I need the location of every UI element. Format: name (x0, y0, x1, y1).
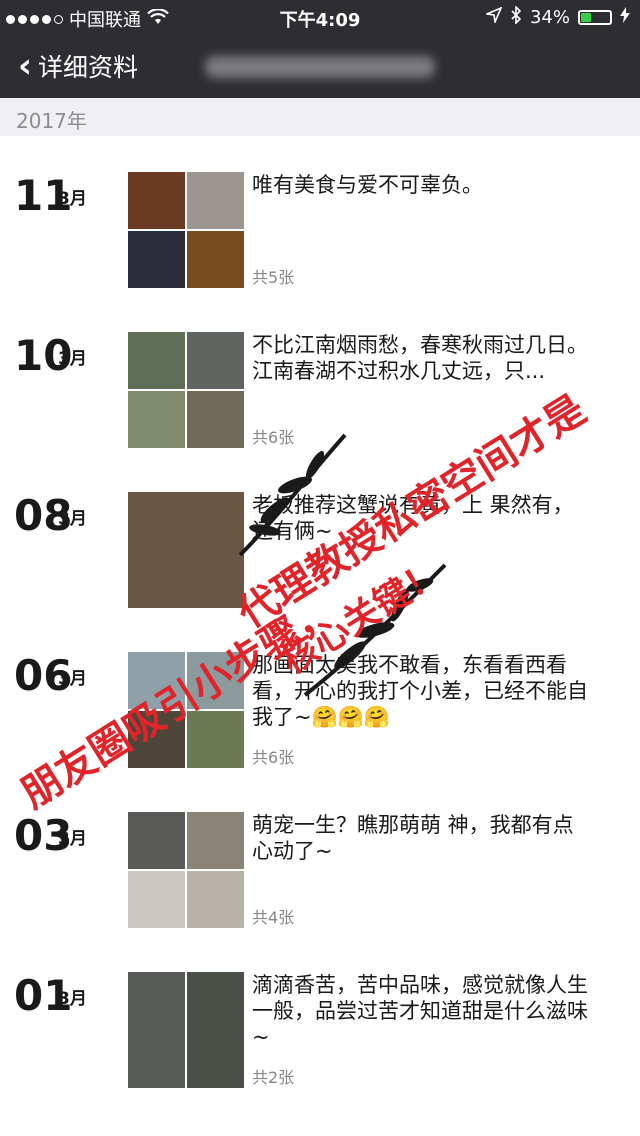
entry-month: 3月 (58, 829, 87, 849)
photo-thumbnails[interactable] (128, 172, 244, 288)
photo-thumbnail[interactable] (187, 172, 244, 229)
entry-month: 3月 (58, 669, 87, 689)
entry-month: 3月 (58, 189, 87, 209)
chevron-left-icon: ‹ (18, 46, 33, 86)
photo-thumbnail[interactable] (128, 391, 185, 448)
back-button[interactable]: ‹ 详细资料 (18, 48, 138, 84)
photo-thumbnails[interactable] (128, 972, 244, 1088)
status-bar: 中国联通 下午4:09 34% (0, 0, 640, 34)
charging-icon (620, 7, 630, 28)
photo-thumbnail[interactable] (128, 332, 185, 389)
entry-month: 3月 (58, 989, 87, 1009)
photo-count: 共2张 (252, 1068, 295, 1087)
photo-thumbnail[interactable] (187, 231, 244, 288)
nav-bar: ‹ 详细资料 (0, 34, 640, 98)
photo-thumbnail[interactable] (128, 871, 185, 928)
battery-fill (581, 13, 591, 22)
entry-month: 3月 (58, 349, 87, 369)
battery-percent: 34% (529, 7, 570, 28)
location-icon (484, 6, 503, 28)
year-header: 2017年 (0, 98, 640, 136)
battery-icon (578, 10, 612, 25)
entry-text: 唯有美食与爱不可辜负。 (252, 173, 483, 197)
blurred-username (205, 56, 435, 78)
photo-thumbnail[interactable] (187, 972, 244, 1088)
back-label: 详细资料 (38, 53, 139, 82)
entry-text: 萌宠一生？瞧那萌萌 神，我都有点心动了~ (252, 813, 574, 863)
bluetooth-icon (510, 5, 522, 29)
photo-thumbnails[interactable] (128, 812, 244, 928)
entry-text: 不比江南烟雨愁，春寒秋雨过几日。江南春湖不过积水几丈远，只... (252, 333, 588, 383)
entry-text: 滴滴香苦，苦中品味，感觉就像人生一般，品尝过苦才知道甜是什么滋味~ (252, 973, 588, 1049)
feed-entry[interactable]: 01 3月 滴滴香苦，苦中品味，感觉就像人生一般，品尝过苦才知道甜是什么滋味~ 共2张 (0, 972, 640, 1132)
year-label: 2017年 (16, 109, 87, 133)
feed-entry[interactable]: 03 3月 萌宠一生？瞧那萌萌 神，我都有点心动了~ 共4张 (0, 812, 640, 972)
entry-month: 3月 (58, 509, 87, 529)
photo-thumbnail[interactable] (128, 172, 185, 229)
photo-count: 共5张 (252, 268, 295, 287)
photo-thumbnail[interactable] (128, 812, 185, 869)
photo-thumbnail[interactable] (128, 972, 185, 1088)
photo-thumbnail[interactable] (187, 871, 244, 928)
status-right: 34% (484, 5, 630, 29)
photo-thumbnail[interactable] (187, 332, 244, 389)
photo-thumbnails[interactable] (128, 332, 244, 448)
photo-thumbnail[interactable] (187, 812, 244, 869)
photo-thumbnail[interactable] (128, 231, 185, 288)
photo-count: 共4张 (252, 908, 295, 927)
photo-count: 共6张 (252, 748, 295, 767)
feed-entry[interactable]: 11 3月 唯有美食与爱不可辜负。 共5张 (0, 172, 640, 332)
